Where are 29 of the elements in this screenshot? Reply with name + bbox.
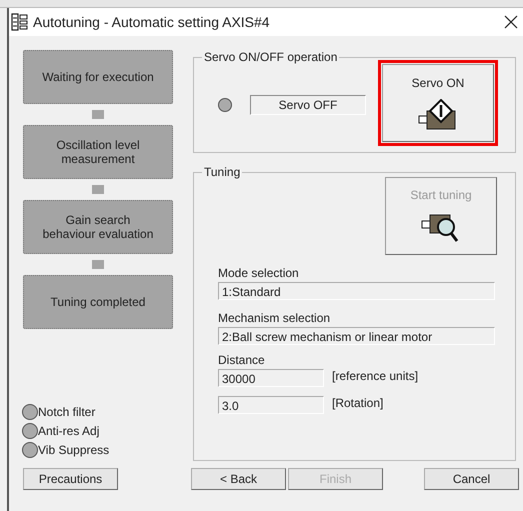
dialog-button[interactable]: Cancel [424, 468, 519, 490]
servo-on-button[interactable]: Servo ON [382, 64, 494, 142]
indicator-label: Anti-res Adj [38, 424, 100, 438]
step-connector [92, 185, 104, 194]
unit-label: [reference units] [332, 369, 418, 383]
group-title: Servo ON/OFF operation [203, 50, 338, 64]
status-display: Servo OFF [250, 95, 366, 115]
value-field[interactable]: 3.0 [218, 396, 324, 414]
close-icon[interactable] [504, 15, 518, 29]
step-box: Gain search behaviour evaluation [23, 200, 173, 254]
dialog-button[interactable]: < Back [191, 468, 286, 490]
unit-label: [Rotation] [332, 396, 384, 410]
indicator-label: Notch filter [38, 405, 96, 419]
value-field[interactable]: 2:Ball screw mechanism or linear motor [218, 327, 495, 345]
step-connector [92, 260, 104, 269]
field-label: Mechanism selection [218, 311, 332, 325]
window-title: Autotuning - Automatic setting AXIS#4 [33, 14, 271, 30]
field-label: Distance [217, 353, 266, 367]
value-field[interactable]: 30000 [218, 369, 324, 387]
field-label: Mode selection [218, 266, 300, 280]
value-field[interactable]: 1:Standard [218, 282, 495, 300]
step-box: Oscillation level measurement [23, 125, 173, 179]
step-box: Tuning completed [23, 275, 173, 329]
step-box: Waiting for execution [23, 50, 173, 104]
step-connector [92, 110, 104, 119]
indicator-label: Vib Suppress [38, 443, 110, 457]
dialog-button[interactable]: Precautions [23, 468, 118, 490]
app-icon [11, 13, 29, 31]
group-title: Tuning [203, 165, 242, 179]
